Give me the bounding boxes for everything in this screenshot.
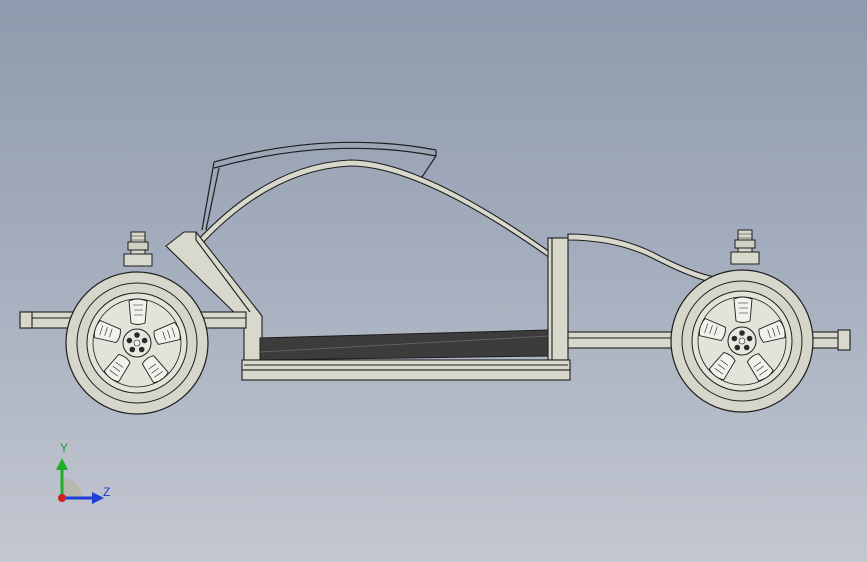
front-post [547, 237, 569, 361]
graphics-viewport[interactable]: Y Z [0, 0, 867, 562]
side-sill [241, 359, 571, 381]
z-axis-label: Z [103, 485, 111, 499]
x-axis-dot [58, 494, 66, 502]
roof-rail [201, 141, 437, 231]
orientation-triad[interactable]: Y Z [44, 438, 124, 510]
front-damper [730, 229, 760, 265]
triad-graphic [56, 458, 104, 504]
chassis-model[interactable] [0, 0, 867, 562]
y-axis-label: Y [60, 441, 69, 455]
rear-wheel [65, 271, 209, 415]
front-tube [567, 233, 723, 285]
floor-panel [259, 329, 549, 361]
front-wheel [670, 269, 814, 413]
upper-tube [195, 159, 551, 260]
rear-damper [123, 231, 153, 267]
